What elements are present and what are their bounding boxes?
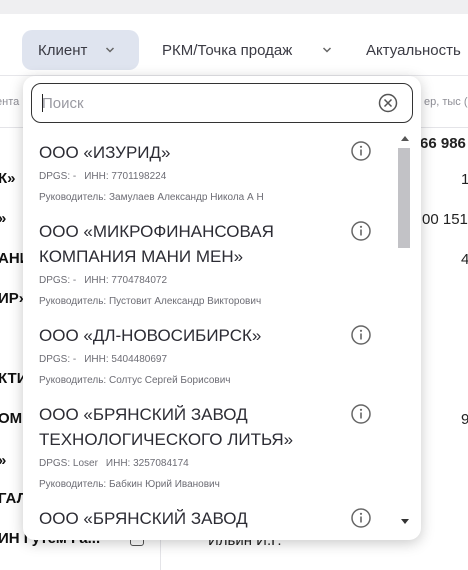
info-circle-icon[interactable] [350,403,372,425]
company-meta: DPGS: Loser ИНН: 3257084174 [39,458,389,470]
dpgs-value: DPGS: - [39,275,77,286]
client-dropdown: ООО «ИЗУРИД» DPGS: - ИНН: 7701198224 Руко… [23,76,421,540]
inn-value: ИНН: 5404480697 [84,354,168,365]
list-item[interactable]: ООО «БРЯНСКИЙ ЗАВОД ТЕХНОЛОГИЧЕСКОГО ЛИТ… [39,402,389,491]
company-head: Руководитель: Пустовит Александр Викторо… [39,296,262,307]
table-header-fragment-left: ента [0,96,20,108]
list-item[interactable]: ООО «БРЯНСКИЙ ЗАВОД [39,506,389,531]
top-strip [0,0,468,14]
search-box [31,83,413,123]
company-meta: DPGS: - ИНН: 5404480697 [39,354,389,366]
inn-value: ИНН: 7704784072 [84,275,168,286]
actuality-filter-label: Актуальность [366,41,461,59]
client-filter-label: Клиент [38,41,88,59]
company-head: Руководитель: Замулаев Александр Никола … [39,192,264,203]
company-head: Руководитель: Бабкин Юрий Иванович [39,479,220,490]
info-circle-icon[interactable] [350,507,372,529]
dpgs-value: DPGS: - [39,171,77,182]
rkm-filter-label: РКМ/Точка продаж [162,41,293,59]
company-meta: DPGS: - ИНН: 7704784072 [39,275,389,287]
table-cell-number: 00 151 [422,211,468,228]
company-name: ООО «ИЗУРИД» [39,143,171,162]
scrollbar[interactable] [397,132,411,530]
scroll-thumb[interactable] [398,148,410,248]
chevron-down-icon [106,47,115,53]
search-input[interactable] [42,94,362,112]
list-item[interactable]: ООО «ДЛ-НОВОСИБИРСК» DPGS: - ИНН: 5404480… [39,323,389,387]
results-list: ООО «ИЗУРИД» DPGS: - ИНН: 7701198224 Руко… [23,132,397,540]
table-row-fragment: К» [0,170,16,187]
company-head: Руководитель: Солтус Сергей Борисович [39,375,231,386]
actuality-filter-chip[interactable]: Актуальность [366,30,461,70]
list-item[interactable]: ООО «МИКРОФИНАНСОВАЯ КОМПАНИЯ МАНИ МЕН» … [39,219,389,308]
dpgs-value: DPGS: - [39,354,77,365]
table-cell-number: 9 [461,411,468,428]
list-item[interactable]: ООО «ИЗУРИД» DPGS: - ИНН: 7701198224 Руко… [39,140,389,204]
table-row-fragment: ОМ [0,410,23,427]
table-row-fragment: » [0,210,6,227]
filter-bar: Клиент РКМ/Точка продаж Актуальность [0,14,468,76]
company-name: ООО «БРЯНСКИЙ ЗАВОД ТЕХНОЛОГИЧЕСКОГО ЛИТ… [39,405,294,449]
inn-value: ИНН: 3257084174 [105,458,189,469]
table-row-fragment: » [0,452,6,469]
table-total: 66 986 [420,135,466,152]
inn-value: ИНН: 7701198224 [84,171,167,182]
info-circle-icon[interactable] [350,220,372,242]
company-meta: DPGS: - ИНН: 7701198224 [39,171,389,183]
company-name: ООО «БРЯНСКИЙ ЗАВОД [39,509,248,528]
client-filter-chip[interactable]: Клиент [22,30,139,70]
company-name: ООО «МИКРОФИНАНСОВАЯ КОМПАНИЯ МАНИ МЕН» [39,222,274,266]
text-caret [42,94,43,112]
chevron-down-icon [323,47,332,53]
rkm-filter-chip[interactable]: РКМ/Точка продаж [162,30,332,70]
info-circle-icon[interactable] [350,324,372,346]
scroll-down-arrow-icon[interactable] [401,519,409,524]
table-header-fragment-right: ер, тыс ( [424,96,468,108]
clear-circle-x-icon[interactable] [378,93,398,113]
info-circle-icon[interactable] [350,140,372,162]
table-cell-number: 4 [461,251,468,268]
dpgs-value: DPGS: Loser [39,458,98,469]
company-name: ООО «ДЛ-НОВОСИБИРСК» [39,326,262,345]
table-cell-number: 1 [461,171,468,188]
scroll-up-arrow-icon[interactable] [401,136,409,141]
